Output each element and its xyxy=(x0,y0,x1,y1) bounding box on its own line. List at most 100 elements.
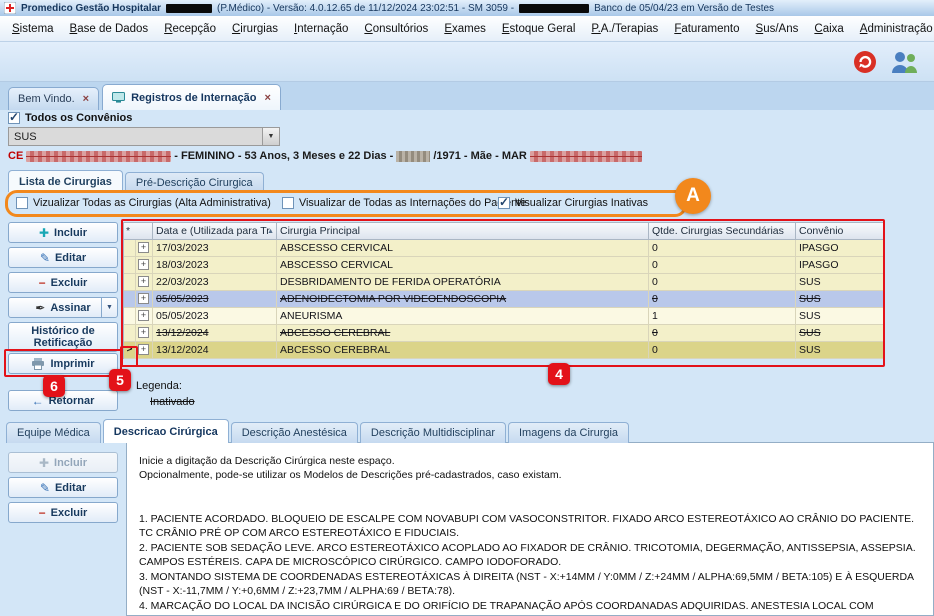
users-icon[interactable] xyxy=(888,48,920,81)
assinar-dropdown-chevron-icon[interactable]: ▼ xyxy=(101,298,117,317)
window-title-env: Banco de 05/04/23 em Versão de Testes xyxy=(594,3,774,14)
annotation-badge-5: 5 xyxy=(109,369,131,391)
cb-todas-internacoes-label: Visualizar de Todas as Internações do Pa… xyxy=(299,197,526,209)
cell-date: 05/05/2023 xyxy=(153,291,277,308)
imprimir-button[interactable]: Imprimir xyxy=(8,353,118,374)
column-header-qtde[interactable]: Qtde. Cirurgias Secundárias xyxy=(649,223,796,240)
menu-internacao[interactable]: Internação xyxy=(286,19,356,39)
column-header-convenio[interactable]: Convênio xyxy=(796,223,885,240)
incluir-label: Incluir xyxy=(54,227,87,239)
tab-descricao-anestesica-label: Descrição Anestésica xyxy=(242,427,347,439)
app-window: Promedico Gestão Hospitalar (P.Médico) -… xyxy=(0,0,934,616)
tab-descricao-multidisciplinar[interactable]: Descrição Multidisciplinar xyxy=(360,422,506,443)
cell-qty: 0 xyxy=(649,240,796,257)
patient-demographics: - FEMININO - 53 Anos, 3 Meses e 22 Dias … xyxy=(174,150,393,162)
window-title-version: (P.Médico) - Versão: 4.0.12.65 de 11/12/… xyxy=(217,3,514,14)
descricao-incluir-label: Incluir xyxy=(54,457,87,469)
expand-row-icon[interactable]: + xyxy=(138,259,149,270)
annotation-badge-4: 4 xyxy=(548,363,570,385)
cell-date: 22/03/2023 xyxy=(153,274,277,291)
tab-descricao-cirurgica[interactable]: Descricao Cirúrgica xyxy=(103,419,229,443)
menu-recepcao[interactable]: Recepção xyxy=(156,19,224,39)
cell-date: 13/12/2024 xyxy=(153,342,277,359)
tab-imagens-cirurgia[interactable]: Imagens da Cirurgia xyxy=(508,422,629,443)
menu-base-de-dados[interactable]: Base de Dados xyxy=(62,19,157,39)
cell-date: 18/03/2023 xyxy=(153,257,277,274)
convenio-selected-value: SUS xyxy=(9,131,262,143)
expand-row-icon[interactable]: + xyxy=(138,327,149,338)
menu-cirurgias[interactable]: Cirurgias xyxy=(224,19,286,39)
cell-convenio: SUS xyxy=(796,291,885,308)
main-tabstrip: Bem Vindo. × Registros de Internação × xyxy=(0,82,934,110)
tab-registros-internacao[interactable]: Registros de Internação × xyxy=(102,84,281,110)
tab-lista-cirurgias[interactable]: Lista de Cirurgias xyxy=(8,170,123,192)
surgeries-table: * Data e (Utilizada para Tr ▲ Cirurgia P… xyxy=(123,222,885,359)
close-icon[interactable]: × xyxy=(264,92,270,104)
menu-consultorios[interactable]: Consultórios xyxy=(356,19,436,39)
incluir-button[interactable]: ✚ Incluir xyxy=(8,222,118,243)
cb-todas-internacoes-checkbox[interactable] xyxy=(282,197,294,209)
descricao-excluir-button[interactable]: − Excluir xyxy=(8,502,118,523)
patient-birth-suffix: /1971 - Mãe - MAR xyxy=(433,150,527,162)
menu-sistema[interactable]: Sistema xyxy=(4,19,62,39)
descricao-excluir-label: Excluir xyxy=(51,507,88,519)
descricao-incluir-button[interactable]: ✚ Incluir xyxy=(8,452,118,473)
app-logo-icon xyxy=(4,2,16,14)
descricao-editar-button[interactable]: ✎ Editar xyxy=(8,477,118,498)
expand-row-icon[interactable]: + xyxy=(138,242,149,253)
column-header-marker[interactable]: * xyxy=(124,223,153,240)
cb-cirurgias-inativas-checkbox[interactable] xyxy=(498,197,510,209)
todos-convenios-checkbox[interactable] xyxy=(8,112,20,124)
chevron-down-icon[interactable]: ▼ xyxy=(262,128,279,145)
pen-icon: ✒ xyxy=(35,302,45,314)
expand-row-icon[interactable]: + xyxy=(138,293,149,304)
cell-surgery: ABCESSO CEREBRAL xyxy=(277,342,649,359)
surgical-description-text: Inicie a digitação da Descrição Cirúrgic… xyxy=(127,443,933,616)
tab-lista-cirurgias-label: Lista de Cirurgias xyxy=(19,176,112,188)
editar-button[interactable]: ✎ Editar xyxy=(8,247,118,268)
tab-pre-descricao[interactable]: Pré-Descrição Cirurgica xyxy=(125,172,264,192)
excluir-label: Excluir xyxy=(51,277,88,289)
expand-row-icon[interactable]: + xyxy=(138,276,149,287)
menu-administracao[interactable]: Administração xyxy=(852,19,934,39)
menu-sus-ans[interactable]: Sus/Ans xyxy=(748,19,807,39)
window-title: Promedico Gestão Hospitalar xyxy=(21,3,161,14)
patient-info-line: CE - FEMININO - 53 Anos, 3 Meses e 22 Di… xyxy=(8,150,642,162)
column-header-data-label: Data e (Utilizada para Tr xyxy=(156,225,270,237)
menu-exames[interactable]: Exames xyxy=(436,19,494,39)
column-header-cirurgia[interactable]: Cirurgia Principal xyxy=(277,223,649,240)
plus-icon: ✚ xyxy=(39,227,49,239)
monitor-icon xyxy=(112,92,125,103)
close-icon[interactable]: × xyxy=(83,93,89,105)
cell-qty: 0 xyxy=(649,325,796,342)
logoff-icon[interactable] xyxy=(852,49,878,80)
filter-checkbox-inativas: Visualizar Cirurgias Inativas xyxy=(498,197,648,209)
historico-retificacao-button[interactable]: Histórico de Retificação xyxy=(8,322,118,352)
tab-imagens-cirurgia-label: Imagens da Cirurgia xyxy=(519,427,618,439)
convenio-select[interactable]: SUS ▼ xyxy=(8,127,280,146)
expand-row-icon[interactable]: + xyxy=(138,310,149,321)
surgical-description-editor[interactable]: Inicie a digitação da Descrição Cirúrgic… xyxy=(126,442,934,616)
filter-checkbox-alta: Vizualizar Todas as Cirurgias (Alta Admi… xyxy=(16,197,271,209)
cb-todas-cirurgias-checkbox[interactable] xyxy=(16,197,28,209)
tab-bem-vindo[interactable]: Bem Vindo. × xyxy=(8,87,99,110)
sort-asc-icon: ▲ xyxy=(267,224,274,240)
column-header-data[interactable]: Data e (Utilizada para Tr ▲ xyxy=(153,223,277,240)
tab-registros-label: Registros de Internação xyxy=(131,92,256,104)
menu-estoque-geral[interactable]: Estoque Geral xyxy=(494,19,584,39)
tab-equipe-medica[interactable]: Equipe Médica xyxy=(6,422,101,443)
minus-icon: − xyxy=(39,507,46,519)
legend-inativado: Inativado xyxy=(150,396,195,408)
excluir-button[interactable]: − Excluir xyxy=(8,272,118,293)
pencil-icon: ✎ xyxy=(40,482,50,494)
patient-birthdate-redaction xyxy=(396,151,430,162)
tab-descricao-anestesica[interactable]: Descrição Anestésica xyxy=(231,422,358,443)
expand-row-icon[interactable]: + xyxy=(138,344,149,355)
cell-surgery: ADENOIDECTOMIA POR VIDEOENDOSCOPIA xyxy=(277,291,649,308)
editar-label: Editar xyxy=(55,252,86,264)
cell-date: 13/12/2024 xyxy=(153,325,277,342)
menu-pa-terapias[interactable]: P.A./Terapias xyxy=(583,19,666,39)
menu-caixa[interactable]: Caixa xyxy=(806,19,851,39)
assinar-button[interactable]: ✒ Assinar ▼ xyxy=(8,297,118,318)
menu-faturamento[interactable]: Faturamento xyxy=(666,19,747,39)
